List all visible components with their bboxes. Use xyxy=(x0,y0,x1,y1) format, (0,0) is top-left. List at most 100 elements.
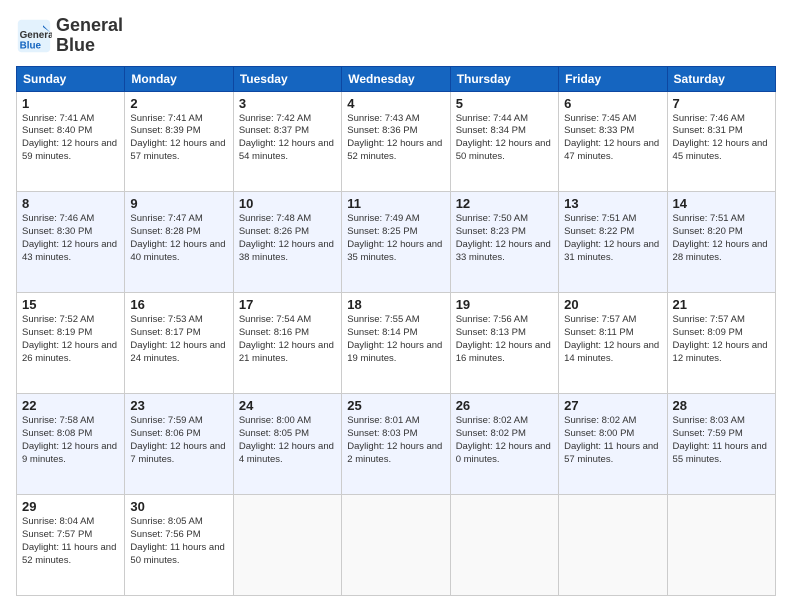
svg-text:General: General xyxy=(20,30,52,41)
day-cell: 9 Sunrise: 7:47 AM Sunset: 8:28 PM Dayli… xyxy=(125,192,233,293)
day-info: Sunrise: 7:47 AM Sunset: 8:28 PM Dayligh… xyxy=(130,213,227,264)
day-info: Sunrise: 8:04 AM Sunset: 7:57 PM Dayligh… xyxy=(22,516,119,567)
day-info: Sunrise: 7:43 AM Sunset: 8:36 PM Dayligh… xyxy=(347,113,444,164)
weekday-header-monday: Monday xyxy=(125,66,233,91)
day-info: Sunrise: 7:57 AM Sunset: 8:11 PM Dayligh… xyxy=(564,314,661,365)
day-info: Sunrise: 7:53 AM Sunset: 8:17 PM Dayligh… xyxy=(130,314,227,365)
day-number: 25 xyxy=(347,398,444,413)
week-row-4: 22 Sunrise: 7:58 AM Sunset: 8:08 PM Dayl… xyxy=(17,394,776,495)
day-info: Sunrise: 7:46 AM Sunset: 8:30 PM Dayligh… xyxy=(22,213,119,264)
day-cell xyxy=(342,495,450,596)
day-number: 16 xyxy=(130,297,227,312)
day-number: 28 xyxy=(673,398,770,413)
day-info: Sunrise: 7:54 AM Sunset: 8:16 PM Dayligh… xyxy=(239,314,336,365)
day-cell: 18 Sunrise: 7:55 AM Sunset: 8:14 PM Dayl… xyxy=(342,293,450,394)
day-number: 18 xyxy=(347,297,444,312)
day-cell: 12 Sunrise: 7:50 AM Sunset: 8:23 PM Dayl… xyxy=(450,192,558,293)
day-number: 13 xyxy=(564,196,661,211)
day-info: Sunrise: 7:55 AM Sunset: 8:14 PM Dayligh… xyxy=(347,314,444,365)
calendar-table: SundayMondayTuesdayWednesdayThursdayFrid… xyxy=(16,66,776,596)
day-number: 19 xyxy=(456,297,553,312)
day-number: 26 xyxy=(456,398,553,413)
logo-general-text: General xyxy=(56,16,123,36)
day-number: 3 xyxy=(239,96,336,111)
day-cell: 2 Sunrise: 7:41 AM Sunset: 8:39 PM Dayli… xyxy=(125,91,233,192)
week-row-1: 1 Sunrise: 7:41 AM Sunset: 8:40 PM Dayli… xyxy=(17,91,776,192)
day-cell: 4 Sunrise: 7:43 AM Sunset: 8:36 PM Dayli… xyxy=(342,91,450,192)
day-cell: 21 Sunrise: 7:57 AM Sunset: 8:09 PM Dayl… xyxy=(667,293,775,394)
day-number: 21 xyxy=(673,297,770,312)
day-number: 15 xyxy=(22,297,119,312)
day-number: 22 xyxy=(22,398,119,413)
day-info: Sunrise: 7:51 AM Sunset: 8:20 PM Dayligh… xyxy=(673,213,770,264)
day-info: Sunrise: 7:50 AM Sunset: 8:23 PM Dayligh… xyxy=(456,213,553,264)
day-info: Sunrise: 7:57 AM Sunset: 8:09 PM Dayligh… xyxy=(673,314,770,365)
weekday-header-sunday: Sunday xyxy=(17,66,125,91)
day-cell: 1 Sunrise: 7:41 AM Sunset: 8:40 PM Dayli… xyxy=(17,91,125,192)
day-info: Sunrise: 7:42 AM Sunset: 8:37 PM Dayligh… xyxy=(239,113,336,164)
day-info: Sunrise: 8:00 AM Sunset: 8:05 PM Dayligh… xyxy=(239,415,336,466)
day-number: 7 xyxy=(673,96,770,111)
day-info: Sunrise: 8:05 AM Sunset: 7:56 PM Dayligh… xyxy=(130,516,227,567)
day-info: Sunrise: 7:46 AM Sunset: 8:31 PM Dayligh… xyxy=(673,113,770,164)
logo: General Blue General Blue xyxy=(16,16,123,56)
day-cell: 26 Sunrise: 8:02 AM Sunset: 8:02 PM Dayl… xyxy=(450,394,558,495)
day-info: Sunrise: 7:58 AM Sunset: 8:08 PM Dayligh… xyxy=(22,415,119,466)
day-cell xyxy=(559,495,667,596)
day-cell: 23 Sunrise: 7:59 AM Sunset: 8:06 PM Dayl… xyxy=(125,394,233,495)
day-cell xyxy=(667,495,775,596)
day-cell: 13 Sunrise: 7:51 AM Sunset: 8:22 PM Dayl… xyxy=(559,192,667,293)
day-cell xyxy=(450,495,558,596)
day-info: Sunrise: 8:03 AM Sunset: 7:59 PM Dayligh… xyxy=(673,415,770,466)
day-cell: 11 Sunrise: 7:49 AM Sunset: 8:25 PM Dayl… xyxy=(342,192,450,293)
day-number: 30 xyxy=(130,499,227,514)
day-info: Sunrise: 8:01 AM Sunset: 8:03 PM Dayligh… xyxy=(347,415,444,466)
week-row-2: 8 Sunrise: 7:46 AM Sunset: 8:30 PM Dayli… xyxy=(17,192,776,293)
day-number: 4 xyxy=(347,96,444,111)
day-cell: 28 Sunrise: 8:03 AM Sunset: 7:59 PM Dayl… xyxy=(667,394,775,495)
day-info: Sunrise: 7:56 AM Sunset: 8:13 PM Dayligh… xyxy=(456,314,553,365)
day-info: Sunrise: 7:52 AM Sunset: 8:19 PM Dayligh… xyxy=(22,314,119,365)
day-number: 2 xyxy=(130,96,227,111)
day-info: Sunrise: 7:51 AM Sunset: 8:22 PM Dayligh… xyxy=(564,213,661,264)
day-number: 27 xyxy=(564,398,661,413)
day-cell: 24 Sunrise: 8:00 AM Sunset: 8:05 PM Dayl… xyxy=(233,394,341,495)
day-cell: 29 Sunrise: 8:04 AM Sunset: 7:57 PM Dayl… xyxy=(17,495,125,596)
day-info: Sunrise: 7:59 AM Sunset: 8:06 PM Dayligh… xyxy=(130,415,227,466)
day-number: 1 xyxy=(22,96,119,111)
day-number: 29 xyxy=(22,499,119,514)
day-cell: 22 Sunrise: 7:58 AM Sunset: 8:08 PM Dayl… xyxy=(17,394,125,495)
weekday-header-friday: Friday xyxy=(559,66,667,91)
page: General Blue General Blue SundayMondayTu… xyxy=(0,0,792,612)
day-cell: 25 Sunrise: 8:01 AM Sunset: 8:03 PM Dayl… xyxy=(342,394,450,495)
day-cell: 15 Sunrise: 7:52 AM Sunset: 8:19 PM Dayl… xyxy=(17,293,125,394)
day-cell: 30 Sunrise: 8:05 AM Sunset: 7:56 PM Dayl… xyxy=(125,495,233,596)
day-cell: 16 Sunrise: 7:53 AM Sunset: 8:17 PM Dayl… xyxy=(125,293,233,394)
day-number: 8 xyxy=(22,196,119,211)
day-number: 5 xyxy=(456,96,553,111)
day-cell: 8 Sunrise: 7:46 AM Sunset: 8:30 PM Dayli… xyxy=(17,192,125,293)
weekday-header-saturday: Saturday xyxy=(667,66,775,91)
day-cell: 14 Sunrise: 7:51 AM Sunset: 8:20 PM Dayl… xyxy=(667,192,775,293)
day-info: Sunrise: 7:48 AM Sunset: 8:26 PM Dayligh… xyxy=(239,213,336,264)
day-info: Sunrise: 7:44 AM Sunset: 8:34 PM Dayligh… xyxy=(456,113,553,164)
day-info: Sunrise: 7:41 AM Sunset: 8:39 PM Dayligh… xyxy=(130,113,227,164)
day-number: 10 xyxy=(239,196,336,211)
header: General Blue General Blue xyxy=(16,16,776,56)
day-cell: 6 Sunrise: 7:45 AM Sunset: 8:33 PM Dayli… xyxy=(559,91,667,192)
svg-text:Blue: Blue xyxy=(20,40,42,51)
day-info: Sunrise: 7:41 AM Sunset: 8:40 PM Dayligh… xyxy=(22,113,119,164)
day-cell: 7 Sunrise: 7:46 AM Sunset: 8:31 PM Dayli… xyxy=(667,91,775,192)
day-cell xyxy=(233,495,341,596)
day-number: 6 xyxy=(564,96,661,111)
day-info: Sunrise: 8:02 AM Sunset: 8:00 PM Dayligh… xyxy=(564,415,661,466)
logo-blue-text: Blue xyxy=(56,36,123,56)
day-number: 20 xyxy=(564,297,661,312)
week-row-3: 15 Sunrise: 7:52 AM Sunset: 8:19 PM Dayl… xyxy=(17,293,776,394)
day-number: 9 xyxy=(130,196,227,211)
weekday-header-wednesday: Wednesday xyxy=(342,66,450,91)
week-row-5: 29 Sunrise: 8:04 AM Sunset: 7:57 PM Dayl… xyxy=(17,495,776,596)
day-cell: 3 Sunrise: 7:42 AM Sunset: 8:37 PM Dayli… xyxy=(233,91,341,192)
logo-icon: General Blue xyxy=(16,18,52,54)
day-cell: 19 Sunrise: 7:56 AM Sunset: 8:13 PM Dayl… xyxy=(450,293,558,394)
